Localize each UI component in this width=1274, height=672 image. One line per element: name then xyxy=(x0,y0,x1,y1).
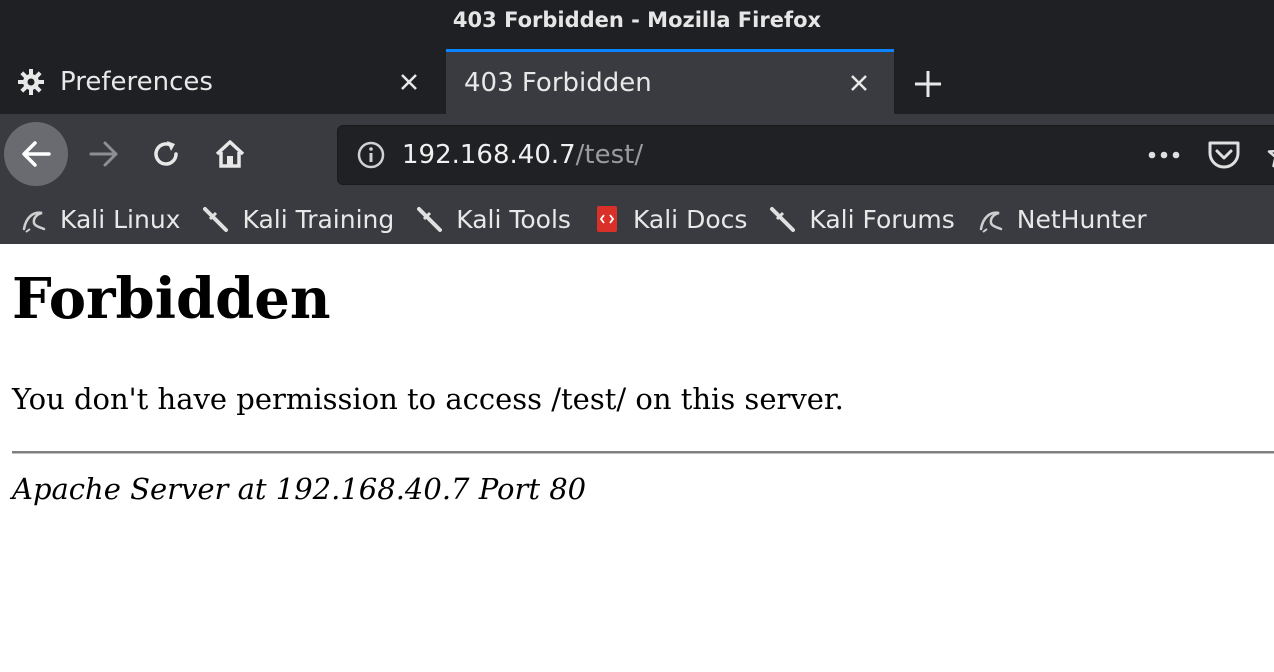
tab-preferences[interactable]: Preferences xyxy=(0,49,444,114)
kali-dragon-icon xyxy=(977,205,1005,233)
close-icon[interactable] xyxy=(394,67,424,97)
navigation-toolbar: 192.168.40.7/test/ xyxy=(0,114,1274,194)
kali-sword-icon xyxy=(769,205,797,233)
bookmark-kali-forums[interactable]: Kali Forums xyxy=(769,204,955,234)
divider xyxy=(12,451,1274,454)
tab-label: Preferences xyxy=(60,66,213,97)
bookmark-nethunter[interactable]: NetHunter xyxy=(977,205,1147,234)
back-button[interactable] xyxy=(4,122,68,186)
url-path: /test/ xyxy=(575,140,644,170)
site-info-icon[interactable] xyxy=(354,138,388,172)
bookmark-label: Kali Docs xyxy=(632,204,748,234)
error-message: You don't have permission to access /tes… xyxy=(12,382,844,416)
bookmark-label: NetHunter xyxy=(1016,204,1147,234)
bookmark-kali-docs[interactable]: Kali Docs xyxy=(593,205,747,234)
page-heading: Forbidden xyxy=(12,266,331,332)
page-content: Forbidden You don't have permission to a… xyxy=(0,244,1274,672)
bookmark-kali-linux[interactable]: Kali Linux xyxy=(20,205,180,234)
window-title-bar: 403 Forbidden - Mozilla Firefox xyxy=(0,0,1274,40)
tab-label: 403 Forbidden xyxy=(464,68,652,98)
bookmark-kali-training[interactable]: Kali Training xyxy=(202,205,394,234)
close-icon[interactable] xyxy=(844,68,874,98)
tab-403-forbidden[interactable]: 403 Forbidden xyxy=(446,49,894,114)
kali-sword-icon xyxy=(202,205,230,233)
url-bar[interactable]: 192.168.40.7/test/ xyxy=(337,125,1274,185)
tab-strip: Preferences 403 Forbidden xyxy=(0,40,1274,114)
pocket-icon[interactable] xyxy=(1204,136,1244,174)
bookmark-label: Kali Linux xyxy=(60,204,181,234)
kali-sword-icon xyxy=(416,205,444,233)
bookmark-label: Kali Tools xyxy=(456,204,571,234)
reload-icon xyxy=(154,141,178,166)
bookmarks-toolbar: Kali Linux Kali Training Kali Tools Kali… xyxy=(0,194,1274,244)
url-host: 192.168.40.7 xyxy=(402,140,576,170)
forward-button[interactable] xyxy=(72,122,136,186)
home-button[interactable] xyxy=(198,122,262,186)
reload-button[interactable] xyxy=(134,122,198,186)
back-arrow-icon xyxy=(22,141,51,167)
url-text[interactable]: 192.168.40.7/test/ xyxy=(402,140,643,170)
bookmark-star-icon[interactable] xyxy=(1264,138,1274,172)
page-actions-icon[interactable] xyxy=(1144,138,1184,172)
kali-dragon-icon xyxy=(20,205,48,233)
bookmark-label: Kali Forums xyxy=(809,204,955,234)
new-tab-button[interactable] xyxy=(904,62,952,106)
server-signature: Apache Server at 192.168.40.7 Port 80 xyxy=(12,472,587,506)
kali-docs-icon xyxy=(593,205,621,233)
forward-arrow-icon xyxy=(89,141,118,167)
plus-icon xyxy=(915,71,941,97)
window-title: 403 Forbidden - Mozilla Firefox xyxy=(452,8,822,32)
gear-icon xyxy=(16,67,46,97)
bookmark-label: Kali Training xyxy=(242,204,395,234)
bookmark-kali-tools[interactable]: Kali Tools xyxy=(416,205,571,234)
home-icon xyxy=(215,140,245,168)
